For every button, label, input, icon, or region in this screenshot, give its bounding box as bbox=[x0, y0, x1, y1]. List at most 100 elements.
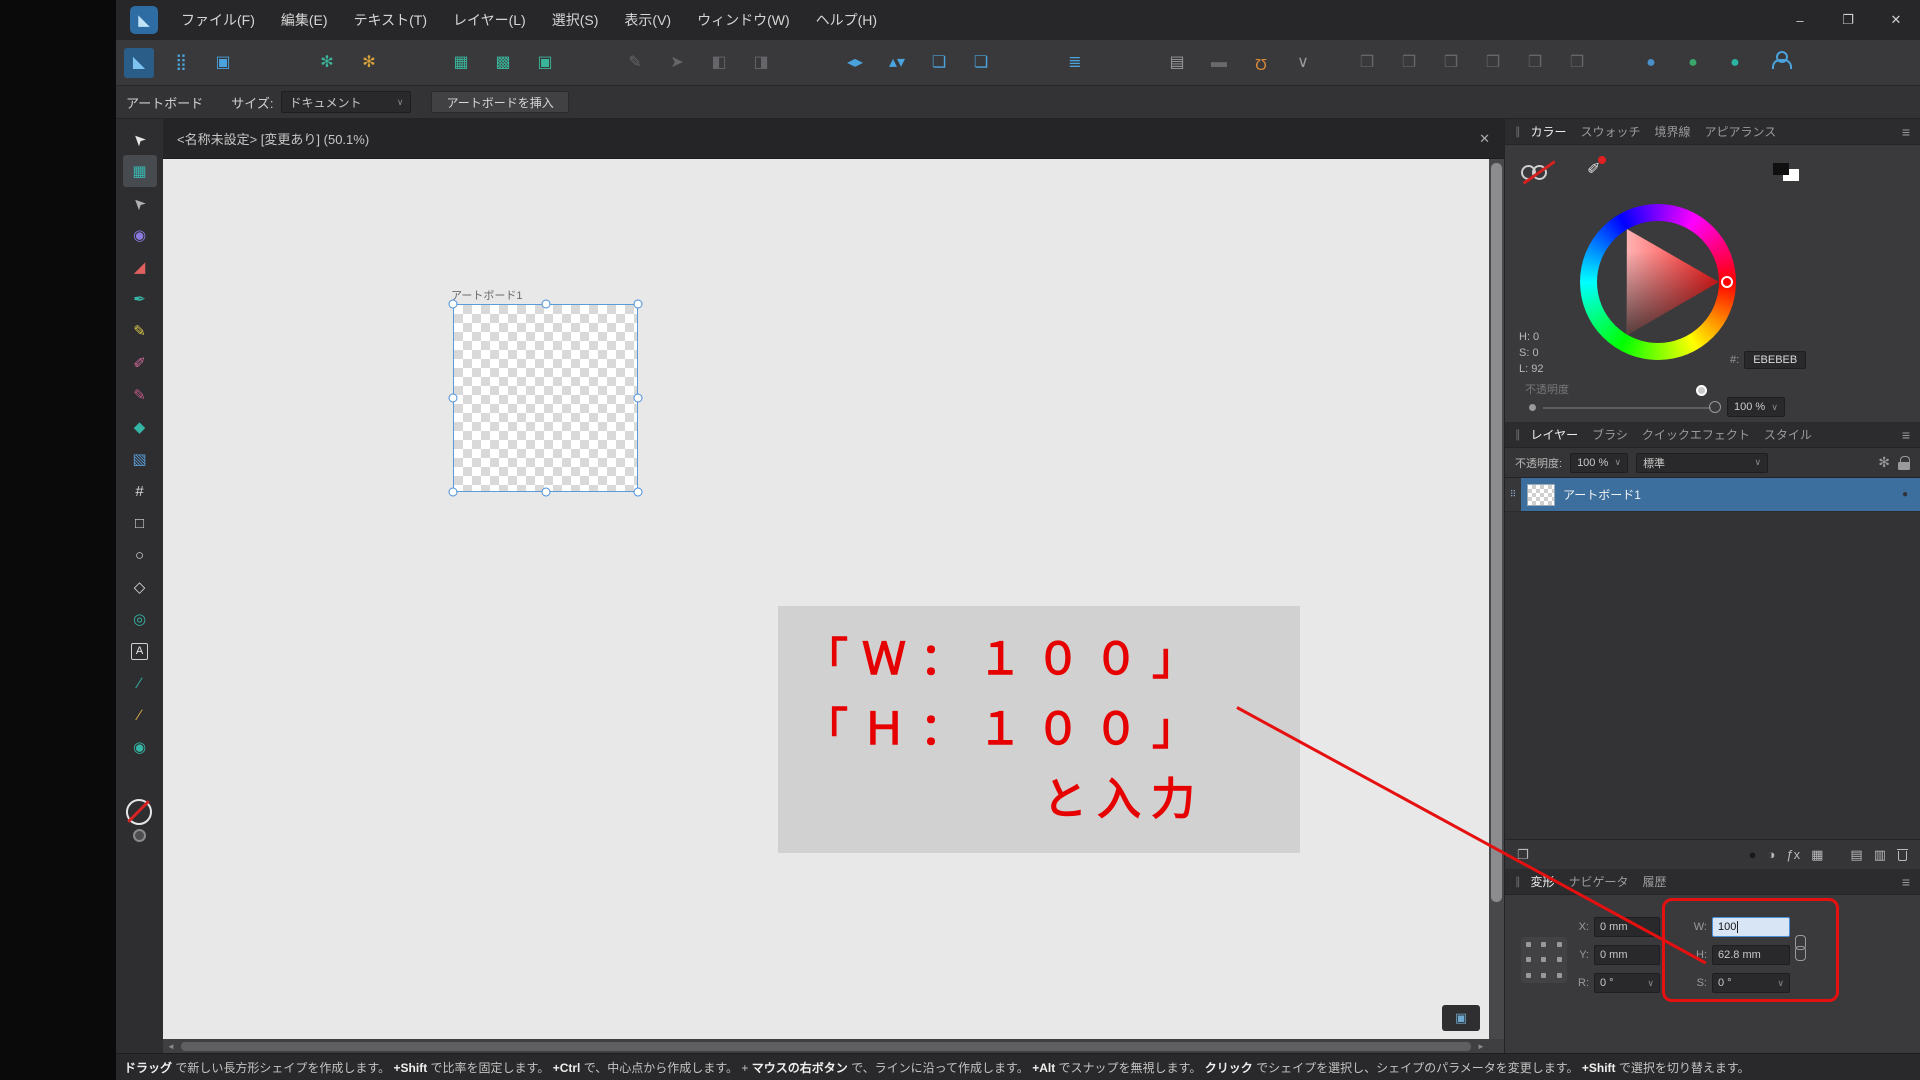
adjustment-layer-icon[interactable]: ◑ bbox=[1768, 848, 1776, 861]
view-mode-button[interactable]: ▣ bbox=[1442, 1005, 1480, 1031]
color-picker-tool[interactable]: ∕ bbox=[123, 667, 157, 699]
panel-tab[interactable]: クイックエフェクト bbox=[1642, 426, 1750, 443]
panel-tab[interactable]: ナビゲータ bbox=[1569, 873, 1629, 890]
new-group-icon[interactable]: ▥ bbox=[1874, 848, 1886, 861]
insert-artboard-button[interactable]: アートボードを挿入 bbox=[431, 91, 569, 113]
layer-name[interactable]: アートボード1 bbox=[1563, 486, 1641, 503]
no-color-icon[interactable] bbox=[1521, 163, 1557, 183]
selection-handle[interactable] bbox=[541, 299, 550, 309]
new-layer-icon[interactable]: ▤ bbox=[1850, 848, 1862, 861]
panel-tab[interactable]: 境界線 bbox=[1655, 123, 1691, 140]
shear-input[interactable]: 0 ° ∨ bbox=[1712, 973, 1790, 993]
panel-tab[interactable]: アピアランス bbox=[1705, 123, 1777, 140]
send-backward-icon[interactable]: ❏ bbox=[966, 48, 996, 78]
panel-drag-handle-icon[interactable]: ∥ bbox=[1515, 125, 1521, 138]
artboard-tool[interactable]: ▦ bbox=[122, 155, 157, 187]
black-white-swatch[interactable] bbox=[1773, 163, 1803, 183]
alignment-icon[interactable]: ≣ bbox=[1060, 48, 1090, 78]
panel-menu-icon[interactable]: ≡ bbox=[1902, 124, 1910, 140]
transform-bounds-icon[interactable]: ▣ bbox=[530, 48, 560, 78]
saturation-marker[interactable] bbox=[1696, 385, 1707, 396]
opacity-value-select[interactable]: 100 % ∨ bbox=[1727, 397, 1785, 417]
snapping-chevron-icon[interactable]: ∨ bbox=[1288, 48, 1318, 78]
eyedropper-icon[interactable]: ✐ bbox=[1587, 156, 1607, 179]
contour-tool[interactable]: ◉ bbox=[123, 219, 157, 251]
designer-persona-button[interactable]: ◣ bbox=[124, 47, 154, 78]
layers-opacity-select[interactable]: 100 % ∨ bbox=[1570, 452, 1629, 473]
link-dimensions-icon[interactable] bbox=[1793, 935, 1806, 961]
selection-handle[interactable] bbox=[448, 299, 458, 309]
scroll-left-icon[interactable]: ◄ bbox=[163, 1042, 179, 1051]
node-tool[interactable]: ➤ bbox=[123, 187, 157, 219]
selection-handle[interactable] bbox=[448, 393, 458, 403]
transparency-tool[interactable]: ▧ bbox=[123, 443, 157, 475]
insert-on-top-icon[interactable]: ● bbox=[1720, 48, 1750, 78]
menu-item[interactable]: 選択(S) bbox=[539, 0, 612, 40]
mask-layer-icon[interactable]: ● bbox=[1749, 848, 1757, 861]
layer-effects-icon[interactable]: ƒx bbox=[1786, 848, 1800, 861]
artboard-name-label[interactable]: アートボード1 bbox=[451, 287, 522, 303]
selection-handle[interactable] bbox=[633, 393, 643, 403]
bring-forward-icon[interactable]: ❏ bbox=[924, 48, 954, 78]
document-close-icon[interactable]: ✕ bbox=[1479, 131, 1490, 147]
menu-item[interactable]: 表示(V) bbox=[611, 0, 684, 40]
whole-pixel-move-icon[interactable]: ▩ bbox=[488, 48, 518, 78]
horizontal-scroll-thumb[interactable] bbox=[181, 1041, 1471, 1051]
rotation-input[interactable]: 0 ° ∨ bbox=[1594, 973, 1660, 993]
menu-item[interactable]: テキスト(T) bbox=[341, 0, 440, 40]
selection-handle[interactable] bbox=[633, 487, 643, 497]
menu-item[interactable]: ウィンドウ(W) bbox=[684, 0, 803, 40]
document-setup-gear-icon[interactable]: ✻ bbox=[312, 48, 342, 78]
menu-item[interactable]: ファイル(F) bbox=[168, 0, 268, 40]
vertical-scroll-thumb[interactable] bbox=[1491, 163, 1502, 903]
fill-layer-icon[interactable]: ▦ bbox=[1811, 848, 1823, 861]
panel-menu-icon[interactable]: ≡ bbox=[1902, 874, 1910, 890]
snapping-presets-icon[interactable]: ▤ bbox=[1162, 48, 1192, 78]
selection-handle[interactable] bbox=[633, 299, 643, 309]
preferences-gear-icon[interactable]: ✻ bbox=[354, 48, 384, 78]
insert-behind-icon[interactable]: ● bbox=[1636, 48, 1666, 78]
delete-layer-icon[interactable] bbox=[1897, 848, 1908, 861]
pixel-persona-button[interactable]: ⣿ bbox=[166, 48, 196, 78]
account-button[interactable] bbox=[1770, 51, 1792, 74]
ellipse-tool[interactable]: ○ bbox=[123, 539, 157, 571]
hex-value-field[interactable]: EBEBEB bbox=[1744, 351, 1807, 369]
close-button[interactable]: ✕ bbox=[1872, 0, 1920, 40]
artboard-surface[interactable] bbox=[453, 304, 638, 492]
snapping-magnet-icon[interactable]: Ω bbox=[1246, 48, 1276, 78]
menu-item[interactable]: 編集(E) bbox=[268, 0, 341, 40]
layer-thumbnail[interactable] bbox=[1527, 483, 1555, 506]
document-tab-title[interactable]: <名称未設定> [変更あり] (50.1%) bbox=[177, 129, 369, 148]
panel-tab[interactable]: 履歴 bbox=[1643, 873, 1667, 890]
y-input[interactable]: 0 mm bbox=[1594, 945, 1660, 965]
blend-options-gear-icon[interactable]: ✻ bbox=[1878, 454, 1890, 471]
export-persona-button[interactable]: ▣ bbox=[208, 48, 238, 78]
crop-tool[interactable]: # bbox=[123, 475, 157, 507]
pen-tool[interactable]: ✒ bbox=[123, 283, 157, 315]
rectangle-tool[interactable]: □ bbox=[123, 507, 157, 539]
anchor-selector[interactable] bbox=[1521, 937, 1567, 983]
panel-tab[interactable]: レイヤー bbox=[1531, 426, 1579, 443]
restore-button[interactable]: ❐ bbox=[1824, 0, 1872, 40]
panel-drag-handle-icon[interactable]: ∥ bbox=[1515, 875, 1521, 888]
edit-all-layers-icon[interactable]: ❐ bbox=[1517, 848, 1529, 861]
minimize-button[interactable]: – bbox=[1776, 0, 1824, 40]
pixel-alignment-icon[interactable]: ▦ bbox=[446, 48, 476, 78]
move-tool[interactable]: ➤ bbox=[123, 123, 157, 155]
layer-drag-handle-icon[interactable]: ⠿ bbox=[1505, 478, 1521, 511]
fill-tool[interactable]: ◆ bbox=[123, 411, 157, 443]
panel-tab[interactable]: スタイル bbox=[1764, 426, 1812, 443]
height-input[interactable]: 62.8 mm bbox=[1712, 945, 1790, 965]
panel-tab[interactable]: 変形 bbox=[1531, 873, 1555, 890]
ruler-tool[interactable]: ∕ bbox=[123, 699, 157, 731]
opacity-slider[interactable] bbox=[1543, 407, 1711, 409]
selection-handle[interactable] bbox=[448, 487, 458, 497]
scroll-right-icon[interactable]: ► bbox=[1473, 1042, 1489, 1051]
x-input[interactable]: 0 mm bbox=[1594, 917, 1660, 937]
corner-tool[interactable]: ◢ bbox=[123, 251, 157, 283]
flip-horizontal-icon[interactable]: ◂▸ bbox=[840, 48, 870, 78]
layer-visibility-dot[interactable]: ● bbox=[1902, 489, 1908, 500]
zoom-tool[interactable]: ◉ bbox=[123, 731, 157, 763]
menu-item[interactable]: ヘルプ(H) bbox=[803, 0, 890, 40]
fill-stroke-swatches[interactable] bbox=[125, 799, 155, 843]
